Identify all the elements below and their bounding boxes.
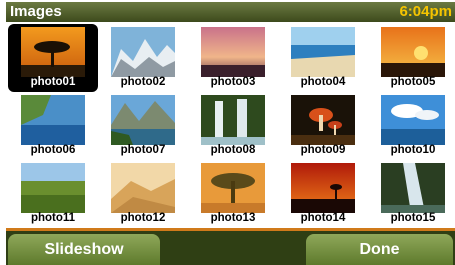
thumbnail-image [21, 95, 85, 145]
slideshow-button[interactable]: Slideshow [8, 234, 160, 265]
photo-tile[interactable]: photo14 [278, 160, 368, 228]
photo-label: photo06 [30, 144, 76, 156]
clock: 6:04pm [399, 3, 452, 20]
done-button[interactable]: Done [306, 234, 453, 265]
thumbnail-image [21, 163, 85, 213]
photo-tile[interactable]: photo13 [188, 160, 278, 228]
thumbnail-image [201, 27, 265, 77]
photo-label: photo10 [390, 144, 436, 156]
photo-tile[interactable]: photo06 [8, 92, 98, 160]
photo-label: photo15 [390, 212, 436, 224]
thumbnail-image [201, 95, 265, 145]
photo-grid: photo01 photo02 photo03 photo04 photo05 … [6, 22, 455, 228]
photo-tile[interactable]: photo05 [368, 24, 455, 92]
thumbnail-image [291, 27, 355, 77]
photo-label: photo13 [210, 212, 256, 224]
thumbnail-image [21, 27, 85, 77]
thumbnail-image [291, 163, 355, 213]
photo-tile[interactable]: photo07 [98, 92, 188, 160]
photo-tile[interactable]: photo15 [368, 160, 455, 228]
footer-bar: Slideshow Done [6, 231, 455, 265]
page-title: Images [10, 3, 62, 20]
thumbnail-image [381, 163, 445, 213]
photo-label: photo05 [390, 76, 436, 88]
photo-tile[interactable]: photo09 [278, 92, 368, 160]
photo-label: photo11 [30, 212, 76, 224]
thumbnail-image [201, 163, 265, 213]
photo-tile[interactable]: photo02 [98, 24, 188, 92]
thumbnail-image [381, 95, 445, 145]
photo-label: photo02 [120, 76, 166, 88]
photo-label: photo12 [120, 212, 166, 224]
photo-label: photo01 [30, 76, 76, 88]
photo-label: photo09 [300, 144, 346, 156]
photo-label: photo08 [210, 144, 256, 156]
photo-tile[interactable]: photo01 [8, 24, 98, 92]
photo-tile[interactable]: photo08 [188, 92, 278, 160]
thumbnail-image [291, 95, 355, 145]
thumbnail-image [111, 95, 175, 145]
title-bar: Images 6:04pm [6, 2, 455, 22]
photo-label: photo03 [210, 76, 256, 88]
photo-label: photo04 [300, 76, 346, 88]
photo-tile[interactable]: photo04 [278, 24, 368, 92]
photo-tile[interactable]: photo11 [8, 160, 98, 228]
photo-tile[interactable]: photo12 [98, 160, 188, 228]
photo-label: photo14 [300, 212, 346, 224]
photo-label: photo07 [120, 144, 166, 156]
photo-tile[interactable]: photo10 [368, 92, 455, 160]
photo-tile[interactable]: photo03 [188, 24, 278, 92]
thumbnail-image [111, 27, 175, 77]
thumbnail-image [111, 163, 175, 213]
thumbnail-image [381, 27, 445, 77]
